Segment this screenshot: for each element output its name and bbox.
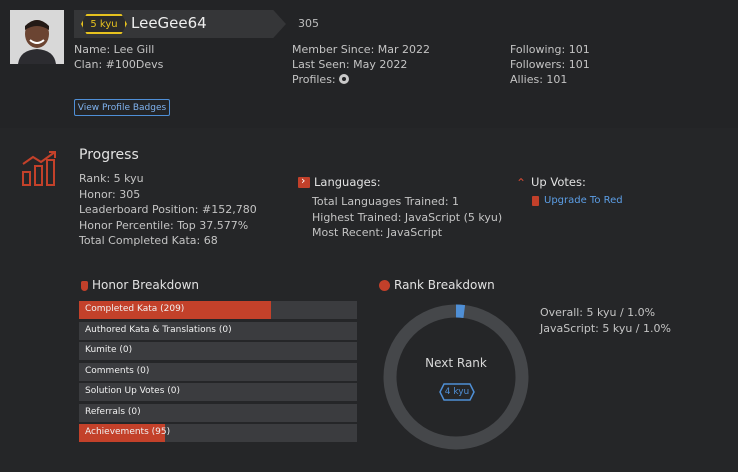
- allies[interactable]: Allies: 101: [510, 72, 590, 87]
- honor-percentile: Honor Percentile: Top 37.577%: [79, 218, 249, 232]
- leaderboard-position: Leaderboard Position: #152,780: [79, 203, 257, 216]
- progress-stats: Rank: 5 kyu Honor: 305 Leaderboard Posit…: [79, 171, 257, 249]
- followers[interactable]: Followers: 101: [510, 57, 590, 72]
- honor-breakdown-row: Completed Kata (209): [79, 301, 357, 319]
- overall-rank: Overall: 5 kyu / 1.0%: [540, 306, 656, 319]
- honor-breakdown-row: Comments (0): [79, 362, 357, 381]
- honor-count: 305: [298, 17, 319, 30]
- honor-bar-label: Completed Kata (209): [85, 304, 185, 314]
- rank-breakdown-title: Rank Breakdown: [394, 278, 495, 292]
- honor-bar-label: Solution Up Votes (0): [85, 386, 181, 396]
- languages-icon: [298, 174, 310, 188]
- following[interactable]: Following: 101: [510, 42, 590, 57]
- next-rank-badge: 4 kyu: [444, 387, 470, 397]
- clan: Clan: #100Devs: [74, 58, 164, 71]
- total-completed-kata: Total Completed Kata: 68: [79, 234, 218, 247]
- next-rank-label: Next Rank: [425, 356, 487, 370]
- honor-bar-label: Comments (0): [85, 365, 150, 376]
- rank-stats: Overall: 5 kyu / 1.0% JavaScript: 5 kyu …: [540, 305, 671, 337]
- honor-bar-label: Achievements (95): [85, 427, 171, 437]
- honor-breakdown-row: Kumite (0): [79, 342, 357, 360]
- honor-bar-label: Kumite (0): [85, 345, 133, 355]
- chevron-up-icon: ⌃: [516, 176, 527, 190]
- profiles-row: Profiles:: [292, 72, 430, 87]
- upgrade-to-red-link[interactable]: Upgrade To Red: [544, 195, 623, 206]
- honor-breakdown-row: Solution Up Votes (0): [79, 383, 357, 401]
- avatar[interactable]: [10, 10, 64, 64]
- honor-breakdown-row: Referrals (0): [79, 403, 357, 422]
- honor-breakdown-row: Achievements (95): [79, 424, 357, 442]
- profiles-label: Profiles:: [292, 73, 336, 86]
- membership-info: Member Since: Mar 2022 Last Seen: May 20…: [292, 42, 430, 87]
- full-name: Name: Lee Gill: [74, 43, 155, 56]
- github-icon[interactable]: [338, 74, 349, 84]
- languages-title: Languages:: [314, 175, 381, 189]
- progress-title: Progress: [79, 147, 139, 163]
- highest-trained: Highest Trained: JavaScript (5 kyu): [312, 210, 503, 224]
- last-seen: Last Seen: May 2022: [292, 58, 408, 71]
- honor-breakdown-title: Honor Breakdown: [92, 278, 200, 292]
- view-profile-badges-button[interactable]: View Profile Badges: [74, 99, 170, 116]
- rank-badge-label: 5 kyu: [83, 16, 125, 32]
- progress-honor: Honor: 305: [79, 187, 141, 201]
- name-info: Name: Lee Gill Clan: #100Devs: [74, 42, 163, 72]
- honor-medal-icon: [81, 281, 88, 291]
- profile-header: 5 kyu LeeGee64 305 Name: Lee Gill Clan: …: [0, 0, 738, 128]
- languages-stats: Total Languages Trained: 1 Highest Train…: [312, 194, 502, 241]
- member-since: Member Since: Mar 2022: [292, 43, 431, 56]
- avatar-image: [10, 10, 64, 64]
- honor-bar-label: Referrals (0): [85, 406, 141, 417]
- medal-icon: [532, 196, 539, 206]
- rank-progress-donut: [383, 304, 529, 450]
- rank-breakdown-icon: [379, 280, 390, 291]
- progress-chart-icon: [22, 151, 56, 186]
- username: LeeGee64: [131, 14, 207, 32]
- total-languages-trained: Total Languages Trained: 1: [312, 195, 460, 208]
- honor-bar-label: Authored Kata & Translations (0): [85, 324, 232, 335]
- social-info: Following: 101 Followers: 101 Allies: 10…: [510, 42, 590, 87]
- upvotes-title: Up Votes:: [531, 175, 586, 189]
- most-recent: Most Recent: JavaScript: [312, 226, 443, 239]
- honor-breakdown-row: Authored Kata & Translations (0): [79, 321, 357, 340]
- donut-track: [383, 304, 529, 450]
- progress-rank: Rank: 5 kyu: [79, 172, 144, 185]
- javascript-rank: JavaScript: 5 kyu / 1.0%: [540, 322, 671, 335]
